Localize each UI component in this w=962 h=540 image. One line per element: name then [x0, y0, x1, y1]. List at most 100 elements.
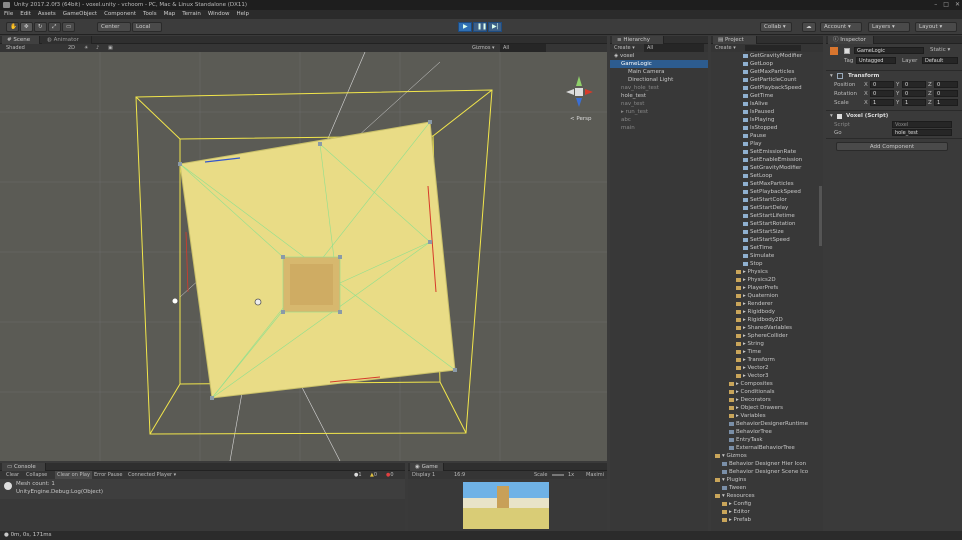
scene-root-row[interactable]: ◈ voxel: [610, 52, 708, 60]
hierarchy-item[interactable]: abc: [610, 116, 708, 124]
project-item[interactable]: ▸ Physics2D: [711, 276, 823, 284]
scene-search-input[interactable]: All: [500, 44, 546, 52]
console-clear-on-play-toggle[interactable]: Clear on Play: [55, 471, 92, 479]
pause-button[interactable]: ❚❚: [473, 22, 487, 32]
tab-hierarchy[interactable]: ≡ Hierarchy: [612, 36, 664, 44]
project-item[interactable]: SetStartDelay: [711, 204, 823, 212]
rotation-field[interactable]: 0: [870, 90, 894, 97]
project-item[interactable]: IsPaused: [711, 108, 823, 116]
project-item[interactable]: ▸ Decorators: [711, 396, 823, 404]
project-item[interactable]: SetTime: [711, 244, 823, 252]
project-item[interactable]: ▸ Prefab: [711, 516, 823, 522]
project-item[interactable]: ▸ Renderer: [711, 300, 823, 308]
tab-game[interactable]: ◉ Game: [410, 463, 444, 471]
rotation-field[interactable]: 0: [934, 90, 958, 97]
menu-help[interactable]: Help: [237, 10, 250, 19]
game-view-render[interactable]: [463, 482, 549, 529]
position-field[interactable]: 0: [902, 81, 926, 88]
project-item[interactable]: ▸ Object Drawers: [711, 404, 823, 412]
console-warning-filter[interactable]: ▲0: [370, 471, 377, 479]
orientation-gizmo[interactable]: [566, 76, 593, 107]
project-item[interactable]: ▸ String: [711, 340, 823, 348]
project-item[interactable]: SetEmissionRate: [711, 148, 823, 156]
layer-dropdown[interactable]: Default: [922, 57, 958, 64]
tab-console[interactable]: ▭ Console: [2, 463, 46, 471]
layers-dropdown[interactable]: Layers ▾: [868, 22, 910, 32]
position-field[interactable]: 0: [934, 81, 958, 88]
project-item[interactable]: BehaviorDesignerRuntime: [711, 420, 823, 428]
minimize-button[interactable]: –: [934, 0, 937, 10]
scale-tool-button[interactable]: ⤢: [48, 22, 61, 32]
project-item[interactable]: ▸ Transform: [711, 356, 823, 364]
project-item[interactable]: ▸ Conditionals: [711, 388, 823, 396]
project-item[interactable]: Pause: [711, 132, 823, 140]
project-item[interactable]: Behavior Designer Scene Ico: [711, 468, 823, 476]
scale-slider[interactable]: [552, 474, 564, 476]
project-item[interactable]: ▸ Quaternion: [711, 292, 823, 300]
project-item[interactable]: ▾ Plugins: [711, 476, 823, 484]
project-item[interactable]: SetStartColor: [711, 196, 823, 204]
project-item[interactable]: ▸ Vector3: [711, 372, 823, 380]
hierarchy-item[interactable]: Directional Light: [610, 76, 708, 84]
tab-project[interactable]: ▤ Project: [713, 36, 757, 44]
hierarchy-item[interactable]: Main Camera: [610, 68, 708, 76]
rotate-tool-button[interactable]: ↻: [34, 22, 47, 32]
console-collapse-button[interactable]: Collapse: [26, 471, 47, 479]
project-item[interactable]: GetTime: [711, 92, 823, 100]
mode-2d-toggle[interactable]: 2D: [68, 44, 75, 52]
menu-map[interactable]: Map: [164, 10, 176, 19]
project-item[interactable]: GetPlaybackSpeed: [711, 84, 823, 92]
project-item[interactable]: ▸ Variables: [711, 412, 823, 420]
console-error-filter[interactable]: ●0: [386, 471, 394, 479]
active-checkbox[interactable]: [844, 48, 850, 54]
project-item[interactable]: GetGravityModifier: [711, 52, 823, 60]
aspect-dropdown[interactable]: 16:9: [454, 471, 465, 479]
project-create-dropdown[interactable]: Create ▾: [715, 44, 736, 52]
project-item[interactable]: ▸ Rigidbody: [711, 308, 823, 316]
move-tool-button[interactable]: ✥: [20, 22, 33, 32]
tab-animator[interactable]: ◍ Animator: [42, 36, 92, 44]
maximize-on-play-toggle[interactable]: Maximi: [586, 471, 604, 479]
project-item[interactable]: IsStopped: [711, 124, 823, 132]
menu-tools[interactable]: Tools: [143, 10, 157, 19]
project-item[interactable]: GetLoop: [711, 60, 823, 68]
effects-toggle-icon[interactable]: ▣: [108, 44, 113, 52]
project-item[interactable]: ▾ Resources: [711, 492, 823, 500]
project-item[interactable]: ▸ Rigidbody2D: [711, 316, 823, 324]
camera-gizmo-icon[interactable]: [172, 298, 178, 304]
hierarchy-item[interactable]: nav_test: [610, 100, 708, 108]
project-item[interactable]: Play: [711, 140, 823, 148]
project-item[interactable]: ▸ PlayerPrefs: [711, 284, 823, 292]
project-item[interactable]: Tween: [711, 484, 823, 492]
hand-tool-button[interactable]: ✋: [6, 22, 19, 32]
project-item[interactable]: ▸ Config: [711, 500, 823, 508]
scale-field[interactable]: 1: [934, 99, 958, 106]
menu-edit[interactable]: Edit: [20, 10, 31, 19]
menu-file[interactable]: File: [4, 10, 13, 19]
project-item[interactable]: SetStartSize: [711, 228, 823, 236]
project-item[interactable]: SetLoop: [711, 172, 823, 180]
hierarchy-search-input[interactable]: All: [644, 44, 704, 52]
project-item[interactable]: ▸ SphereCollider: [711, 332, 823, 340]
project-search-input[interactable]: [745, 45, 801, 51]
account-dropdown[interactable]: Account ▾: [820, 22, 862, 32]
scene-viewport[interactable]: < Persp: [0, 52, 607, 461]
menu-gameobject[interactable]: GameObject: [63, 10, 97, 19]
console-clear-button[interactable]: Clear: [6, 471, 19, 479]
display-dropdown[interactable]: Display 1: [412, 471, 435, 479]
project-item[interactable]: SetStartLifetime: [711, 212, 823, 220]
scale-field[interactable]: 1: [870, 99, 894, 106]
project-item[interactable]: Stop: [711, 260, 823, 268]
collab-button[interactable]: Collab ▾: [760, 22, 792, 32]
project-item[interactable]: GetParticleCount: [711, 76, 823, 84]
console-error-pause-toggle[interactable]: Error Pause: [94, 471, 122, 479]
project-item[interactable]: ExternalBehaviorTree: [711, 444, 823, 452]
project-item[interactable]: IsPlaying: [711, 116, 823, 124]
project-item[interactable]: ▸ Physics: [711, 268, 823, 276]
hierarchy-item[interactable]: nav_hole_test: [610, 84, 708, 92]
console-info-filter[interactable]: ●1: [354, 471, 362, 479]
tab-inspector[interactable]: ⓘ Inspector: [828, 36, 874, 44]
pivot-local-button[interactable]: Local: [132, 22, 162, 32]
project-item[interactable]: SetEnableEmission: [711, 156, 823, 164]
rotation-field[interactable]: 0: [902, 90, 926, 97]
